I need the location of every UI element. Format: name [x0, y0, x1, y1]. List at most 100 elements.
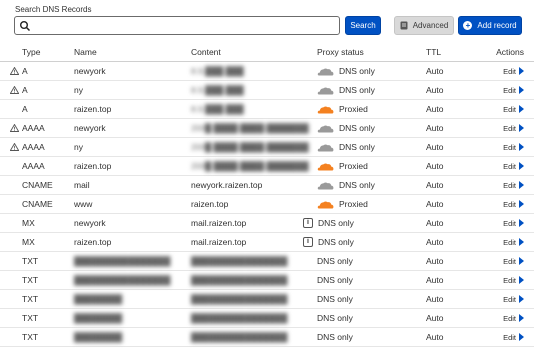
table-row[interactable]: TXT ████████ ████████████████ DNS only A…	[0, 328, 534, 347]
record-name: www	[74, 199, 93, 209]
edit-action[interactable]: Edit	[470, 290, 524, 308]
search-field[interactable]	[14, 16, 340, 35]
table-row[interactable]: MX raizen.top mail.raizen.top i DNS only…	[0, 233, 534, 252]
edit-action[interactable]: Edit	[470, 176, 524, 194]
edit-link[interactable]: Edit	[503, 67, 516, 76]
expand-arrow-icon[interactable]	[519, 333, 524, 341]
search-input[interactable]	[33, 18, 333, 33]
info-icon[interactable]: i	[303, 218, 313, 228]
edit-action[interactable]: Edit	[470, 252, 524, 270]
table-row[interactable]: MX newyork mail.raizen.top i DNS only Au…	[0, 214, 534, 233]
grey-cloud-icon[interactable]	[317, 181, 334, 190]
edit-link[interactable]: Edit	[503, 181, 516, 190]
column-content-header[interactable]: Content	[191, 42, 311, 61]
proxy-status: Proxied	[317, 100, 417, 118]
edit-action[interactable]: Edit	[470, 138, 524, 156]
grey-cloud-icon[interactable]	[317, 143, 334, 152]
search-button[interactable]: Search	[345, 16, 381, 35]
expand-arrow-icon[interactable]	[519, 295, 524, 303]
record-ttl: Auto	[426, 123, 444, 133]
proxy-status-label: DNS only	[317, 332, 353, 342]
edit-action[interactable]: Edit	[470, 195, 524, 213]
table-row[interactable]: A raizen.top 8.9.███.███ Proxied Auto Ed…	[0, 100, 534, 119]
expand-arrow-icon[interactable]	[519, 67, 524, 75]
expand-arrow-icon[interactable]	[519, 105, 524, 113]
edit-link[interactable]: Edit	[503, 219, 516, 228]
expand-arrow-icon[interactable]	[519, 200, 524, 208]
proxy-status: DNS only	[317, 290, 417, 308]
orange-cloud-icon[interactable]	[317, 162, 334, 171]
warning-icon[interactable]	[10, 143, 19, 151]
edit-action[interactable]: Edit	[470, 100, 524, 118]
edit-link[interactable]: Edit	[503, 124, 516, 133]
table-row[interactable]: TXT ████████ ████████████████ DNS only A…	[0, 309, 534, 328]
edit-link[interactable]: Edit	[503, 295, 516, 304]
proxy-status: DNS only	[317, 309, 417, 327]
column-name-header[interactable]: Name	[74, 42, 189, 61]
table-row[interactable]: CNAME mail newyork.raizen.top DNS only A…	[0, 176, 534, 195]
proxy-status: DNS only	[317, 62, 417, 80]
expand-arrow-icon[interactable]	[519, 86, 524, 94]
orange-cloud-icon[interactable]	[317, 200, 334, 209]
edit-link[interactable]: Edit	[503, 314, 516, 323]
table-row[interactable]: AAAA ny 200█:████:████:███████ DNS only …	[0, 138, 534, 157]
record-ttl: Auto	[426, 104, 444, 114]
edit-action[interactable]: Edit	[470, 214, 524, 232]
edit-link[interactable]: Edit	[503, 162, 516, 171]
edit-action[interactable]: Edit	[470, 81, 524, 99]
record-type: A	[22, 85, 28, 95]
warning-cell	[10, 119, 22, 137]
column-type-header[interactable]: Type	[22, 42, 72, 61]
proxy-status: Proxied	[317, 195, 417, 213]
edit-action[interactable]: Edit	[470, 309, 524, 327]
expand-arrow-icon[interactable]	[519, 219, 524, 227]
edit-link[interactable]: Edit	[503, 257, 516, 266]
edit-link[interactable]: Edit	[503, 276, 516, 285]
expand-arrow-icon[interactable]	[519, 276, 524, 284]
edit-action[interactable]: Edit	[470, 157, 524, 175]
expand-arrow-icon[interactable]	[519, 238, 524, 246]
record-content: ████████████████	[191, 332, 288, 342]
expand-arrow-icon[interactable]	[519, 124, 524, 132]
orange-cloud-icon[interactable]	[317, 105, 334, 114]
expand-arrow-icon[interactable]	[519, 314, 524, 322]
edit-link[interactable]: Edit	[503, 105, 516, 114]
table-row[interactable]: AAAA raizen.top 200█:████:████:███████ P…	[0, 157, 534, 176]
add-record-button[interactable]: + Add record	[458, 16, 522, 35]
table-row[interactable]: A ny 8.9.███.███ DNS only Auto Edit	[0, 81, 534, 100]
table-row[interactable]: TXT ████████ ████████████████ DNS only A…	[0, 290, 534, 309]
edit-link[interactable]: Edit	[503, 86, 516, 95]
warning-icon[interactable]	[10, 124, 19, 132]
warning-icon[interactable]	[10, 86, 19, 94]
edit-link[interactable]: Edit	[503, 200, 516, 209]
edit-link[interactable]: Edit	[503, 333, 516, 342]
proxy-status: DNS only	[317, 328, 417, 346]
column-ttl-header[interactable]: TTL	[426, 42, 466, 61]
edit-action[interactable]: Edit	[470, 271, 524, 289]
expand-arrow-icon[interactable]	[519, 143, 524, 151]
table-row[interactable]: TXT ████████████████ ████████████████ DN…	[0, 252, 534, 271]
edit-link[interactable]: Edit	[503, 143, 516, 152]
expand-arrow-icon[interactable]	[519, 181, 524, 189]
grey-cloud-icon[interactable]	[317, 67, 334, 76]
warning-icon[interactable]	[10, 67, 19, 75]
info-icon[interactable]: i	[303, 237, 313, 247]
proxy-status: DNS only	[317, 252, 417, 270]
column-proxy-header[interactable]: Proxy status	[317, 42, 417, 61]
edit-action[interactable]: Edit	[470, 119, 524, 137]
table-row[interactable]: CNAME www raizen.top Proxied Auto Edit	[0, 195, 534, 214]
expand-arrow-icon[interactable]	[519, 162, 524, 170]
edit-action[interactable]: Edit	[470, 233, 524, 251]
grey-cloud-icon[interactable]	[317, 86, 334, 95]
advanced-button[interactable]: Advanced	[394, 16, 454, 35]
edit-link[interactable]: Edit	[503, 238, 516, 247]
table-row[interactable]: TXT ████████████████ ████████████████ DN…	[0, 271, 534, 290]
grey-cloud-icon[interactable]	[317, 124, 334, 133]
proxy-status-label: DNS only	[317, 275, 353, 285]
edit-action[interactable]: Edit	[470, 328, 524, 346]
table-row[interactable]: AAAA newyork 200█:████:████:███████ DNS …	[0, 119, 534, 138]
record-name: ny	[74, 85, 83, 95]
edit-action[interactable]: Edit	[470, 62, 524, 80]
expand-arrow-icon[interactable]	[519, 257, 524, 265]
table-row[interactable]: A newyork 8.9.███.███ DNS only Auto Edit	[0, 62, 534, 81]
